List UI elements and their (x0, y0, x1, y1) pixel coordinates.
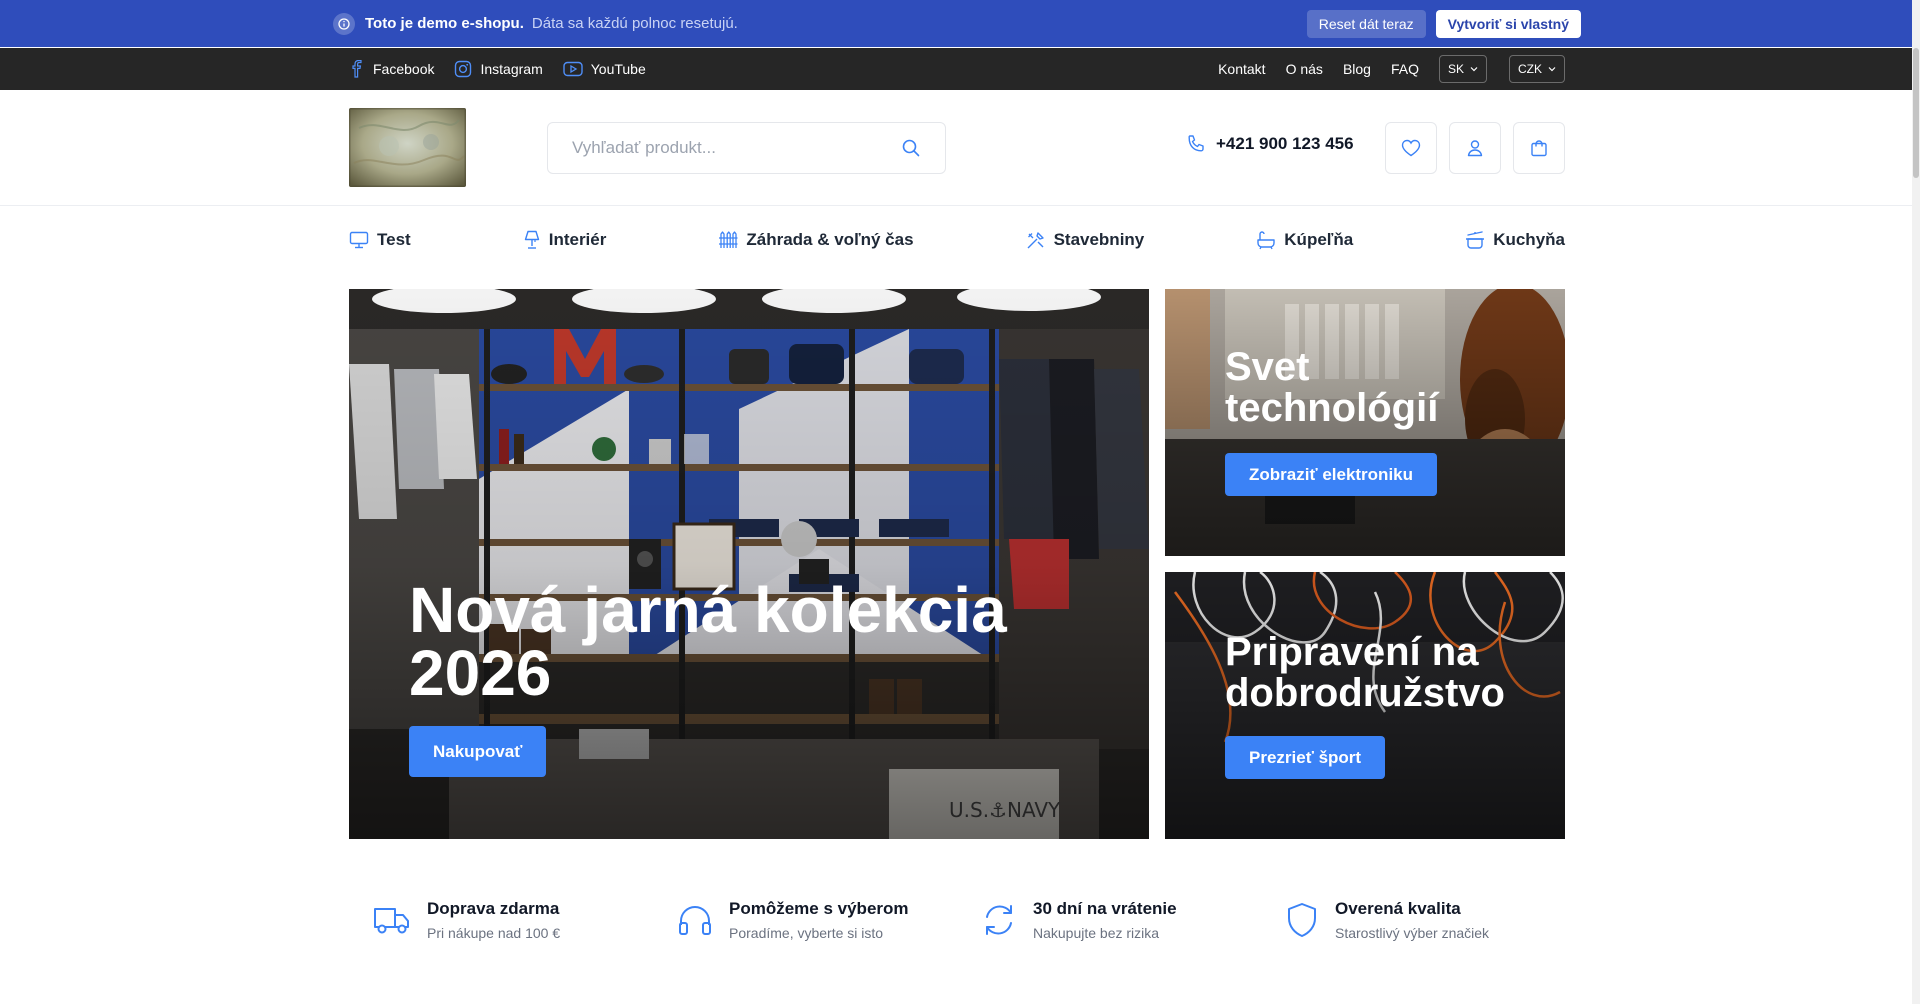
hero-main-title: Nová jarná kolekcia 2026 (409, 574, 1007, 709)
hero-banner-technology[interactable]: Svet technológií Zobraziť elektroniku (1165, 289, 1565, 556)
shop-now-button[interactable]: Nakupovať (409, 726, 547, 777)
currency-select[interactable]: CZK (1509, 55, 1565, 83)
info-icon (333, 12, 355, 35)
truck-icon (373, 904, 411, 936)
search-box (547, 122, 946, 174)
demo-notice-title: Toto je demo e-shopu. (365, 15, 524, 32)
feature-subtitle: Starostlivý výber značiek (1335, 925, 1490, 941)
heart-icon (1401, 139, 1421, 157)
category-interior[interactable]: Interiér (523, 230, 607, 250)
cooking-pot-icon (1465, 230, 1485, 250)
feature-subtitle: Poradíme, vyberte si isto (729, 925, 884, 941)
facebook-link[interactable]: Facebook (349, 60, 434, 78)
about-link[interactable]: O nás (1286, 61, 1323, 77)
headphones-icon (677, 903, 713, 937)
youtube-link[interactable]: YouTube (563, 61, 646, 77)
scrollbar-thumb[interactable] (1913, 48, 1919, 178)
feature-free-shipping: Doprava zdarma Pri nákupe nad 100 € (349, 890, 653, 950)
feature-title: Doprava zdarma (427, 899, 560, 918)
hero-technology-title: Svet technológií (1225, 345, 1439, 430)
bathtub-icon (1256, 230, 1276, 250)
phone-icon (1186, 134, 1206, 154)
lamp-icon (523, 230, 541, 250)
youtube-label: YouTube (590, 61, 646, 77)
create-own-button[interactable]: Vytvoriť si vlastný (1435, 9, 1581, 38)
category-label: Interiér (548, 230, 607, 249)
feature-title: Overená kvalita (1335, 899, 1461, 918)
feature-subtitle: Pri nákupe nad 100 € (427, 925, 561, 941)
tools-icon (1026, 230, 1046, 250)
hero-banner-main[interactable]: U.S.⚓NAVY Nová jarná kolekcia 2026 Nakup… (349, 289, 1149, 839)
category-bathroom[interactable]: Kúpeľňa (1256, 230, 1353, 250)
category-label: Kuchyňa (1493, 230, 1565, 249)
category-label: Stavebniny (1053, 230, 1145, 249)
cart-button[interactable] (1513, 122, 1565, 174)
language-select[interactable]: SK (1438, 55, 1487, 83)
instagram-label: Instagram (480, 61, 543, 77)
chevron-down-icon (1470, 66, 1478, 72)
demo-notice-text: Dáta sa každú polnoc resetujú. (531, 15, 738, 32)
top-navigation: Facebook Instagram YouTube Kontakt O nás… (0, 48, 1920, 90)
wishlist-button[interactable] (1385, 122, 1437, 174)
feature-quality: Overená kvalita Starostlivý výber značie… (1261, 890, 1565, 950)
shopping-bag-icon (1530, 139, 1548, 157)
phone-number: +421 900 123 456 (1216, 134, 1354, 153)
fence-icon (718, 230, 738, 250)
category-building[interactable]: Stavebniny (1026, 230, 1145, 250)
youtube-icon (563, 61, 583, 77)
currency-value: CZK (1518, 62, 1542, 76)
contact-link[interactable]: Kontakt (1218, 61, 1265, 77)
facebook-icon (349, 60, 365, 78)
search-input[interactable] (572, 138, 901, 158)
category-test[interactable]: Test (349, 230, 411, 250)
instagram-icon (454, 60, 472, 78)
feature-title: 30 dní na vrátenie (1033, 899, 1177, 918)
refresh-icon (981, 902, 1017, 938)
category-label: Kúpeľňa (1284, 230, 1354, 249)
facebook-label: Facebook (373, 61, 435, 77)
site-header: +421 900 123 456 (0, 90, 1920, 206)
shield-icon (1285, 902, 1319, 938)
category-garden[interactable]: Záhrada & voľný čas (718, 230, 914, 250)
show-electronics-button[interactable]: Zobraziť elektroniku (1225, 453, 1438, 496)
account-button[interactable] (1449, 122, 1501, 174)
browse-sport-button[interactable]: Prezrieť šport (1225, 736, 1386, 779)
faq-link[interactable]: FAQ (1391, 61, 1419, 77)
site-logo[interactable] (349, 108, 466, 187)
hero-banner-sport[interactable]: Pripravení na dobrodružstvo Prezrieť špo… (1165, 572, 1565, 839)
reset-data-button[interactable]: Reset dát teraz (1306, 9, 1426, 38)
monitor-icon (349, 231, 369, 249)
category-kitchen[interactable]: Kuchyňa (1465, 230, 1565, 250)
search-icon[interactable] (901, 138, 921, 158)
demo-banner: Toto je demo e-shopu. Dáta sa každú poln… (0, 0, 1920, 47)
blog-link[interactable]: Blog (1343, 61, 1371, 77)
phone-link[interactable]: +421 900 123 456 (1186, 134, 1354, 154)
language-value: SK (1447, 62, 1464, 76)
category-navigation: Test Interiér Záhrada & voľný čas Staveb… (349, 226, 1565, 254)
category-label: Test (377, 230, 411, 249)
category-label: Záhrada & voľný čas (746, 230, 914, 249)
instagram-link[interactable]: Instagram (454, 60, 543, 78)
feature-subtitle: Nakupujte bez rizika (1033, 925, 1160, 941)
feature-help: Pomôžeme s výberom Poradíme, vyberte si … (653, 890, 957, 950)
hero-sport-title: Pripravení na dobrodružstvo (1225, 630, 1505, 715)
feature-returns: 30 dní na vrátenie Nakupujte bez rizika (957, 890, 1261, 950)
feature-title: Pomôžeme s výberom (729, 899, 909, 918)
features-strip: Doprava zdarma Pri nákupe nad 100 € Pomô… (349, 890, 1565, 950)
user-icon (1466, 139, 1484, 157)
chevron-down-icon (1548, 66, 1556, 72)
